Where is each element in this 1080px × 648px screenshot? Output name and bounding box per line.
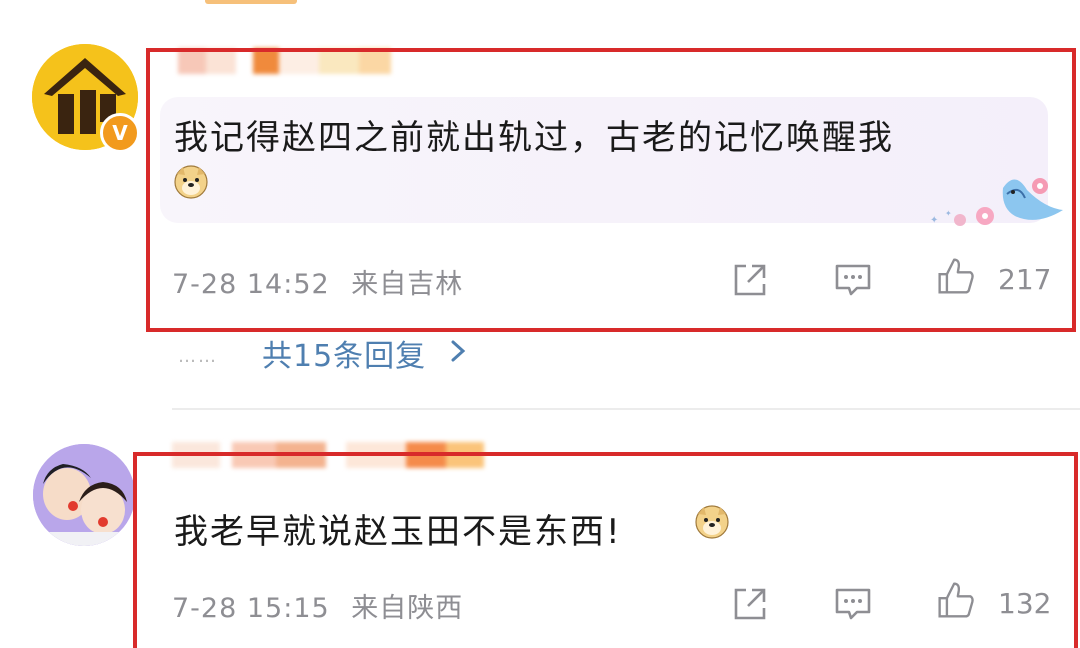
- chevron-right-icon[interactable]: [446, 337, 470, 365]
- highlight-frame: [146, 48, 1076, 332]
- highlight-frame: [133, 452, 1078, 648]
- reply-dots: ……: [178, 346, 218, 367]
- top-accent-strip: [205, 0, 297, 4]
- comment-divider: [172, 408, 1080, 410]
- verified-badge: V: [100, 113, 140, 153]
- avatar[interactable]: [33, 444, 135, 546]
- view-replies-link[interactable]: 共15条回复: [262, 331, 426, 375]
